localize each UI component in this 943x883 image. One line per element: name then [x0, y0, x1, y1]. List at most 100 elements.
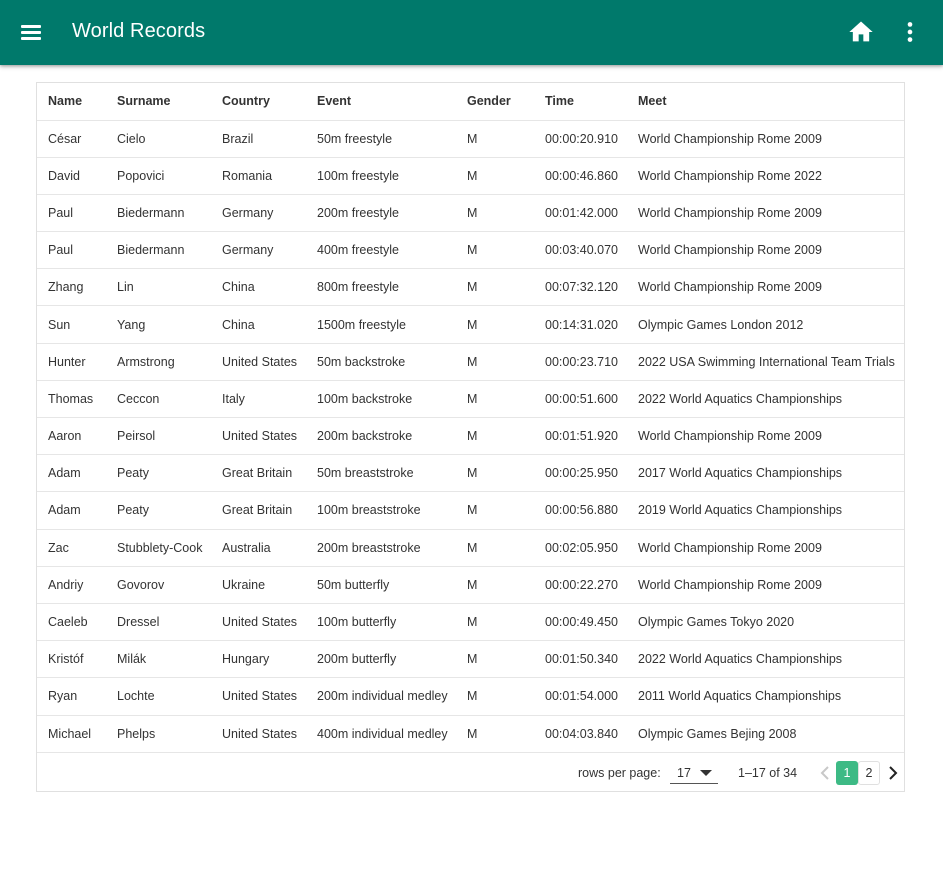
cell-name: Michael — [37, 715, 106, 753]
cell-time: 00:04:03.840 — [534, 715, 627, 753]
table-header-row: Name Surname Country Event Gender Time Meet — [37, 83, 904, 121]
cell-name: Adam — [37, 454, 106, 493]
cell-surname: Cielo — [106, 120, 211, 158]
cell-gender: M — [456, 231, 534, 270]
column-header-meet[interactable]: Meet — [627, 83, 904, 121]
rows-per-page-value: 17 — [677, 766, 691, 780]
cell-surname: Ceccon — [106, 380, 211, 419]
table-row[interactable]: Andriy Govorov Ukraine 50m butterfly M 00:00:… — [37, 566, 904, 604]
table-row[interactable]: Thomas Ceccon Italy 100m backstroke M 00:00:5… — [37, 380, 904, 419]
cell-name: Adam — [37, 491, 106, 530]
table-row[interactable]: Sun Yang China 1500m freestyle M 00:14:31.020… — [37, 305, 904, 344]
cell-meet: 2022 World Aquatics Championships — [627, 380, 904, 419]
table-row[interactable]: Ryan Lochte United States 200m individual m… — [37, 677, 904, 716]
cell-meet: 2022 World Aquatics Championships — [627, 640, 904, 679]
table-row[interactable]: Aaron Peirsol United States 200m backstroke… — [37, 417, 904, 456]
cell-event: 200m backstroke — [306, 417, 456, 456]
cell-surname: Yang — [106, 305, 211, 344]
cell-surname: Lin — [106, 268, 211, 307]
chevron-left-icon[interactable] — [815, 761, 835, 785]
table-row[interactable]: Paul Biedermann Germany 400m freestyle M 00:0… — [37, 231, 904, 270]
more-vert-icon[interactable] — [896, 18, 924, 46]
column-header-name[interactable]: Name — [37, 83, 106, 121]
cell-country: United States — [211, 417, 306, 456]
cell-time: 00:14:31.020 — [534, 305, 627, 344]
cell-meet: 2019 World Aquatics Championships — [627, 491, 904, 530]
cell-name: Paul — [37, 231, 106, 270]
cell-name: Paul — [37, 194, 106, 233]
menu-icon[interactable] — [17, 18, 45, 46]
table-row[interactable]: Kristóf Milák Hungary 200m butterfly M 00:01:… — [37, 640, 904, 679]
cell-country: United States — [211, 677, 306, 716]
page-button-2[interactable]: 2 — [858, 761, 880, 785]
cell-event: 200m butterfly — [306, 640, 456, 679]
cell-country: United States — [211, 603, 306, 642]
column-header-gender[interactable]: Gender — [456, 83, 534, 121]
cell-country: Germany — [211, 194, 306, 233]
table-row[interactable]: Michael Phelps United States 400m individua… — [37, 715, 904, 753]
rows-per-page-label: rows per page: — [578, 766, 661, 780]
cell-surname: Dressel — [106, 603, 211, 642]
cell-time: 00:00:23.710 — [534, 343, 627, 381]
cell-event: 200m breaststroke — [306, 529, 456, 567]
cell-gender: M — [456, 454, 534, 493]
cell-time: 00:03:40.070 — [534, 231, 627, 270]
cell-gender: M — [456, 157, 534, 195]
chevron-right-icon[interactable] — [883, 761, 903, 785]
table-row[interactable]: Zhang Lin China 800m freestyle M 00:07:32.120… — [37, 268, 904, 307]
cell-time: 00:02:05.950 — [534, 529, 627, 567]
cell-meet: World Championship Rome 2009 — [627, 566, 904, 604]
table-row[interactable]: Caeleb Dressel United States 100m butterfly… — [37, 603, 904, 642]
cell-name: Zhang — [37, 268, 106, 307]
cell-time: 00:01:51.920 — [534, 417, 627, 456]
table-row[interactable]: Hunter Armstrong United States 50m backstro… — [37, 343, 904, 381]
app-bar: World Records — [0, 0, 943, 65]
cell-country: Italy — [211, 380, 306, 419]
cell-gender: M — [456, 529, 534, 567]
column-header-country[interactable]: Country — [211, 83, 306, 121]
table-row[interactable]: David Popovici Romania 100m freestyle M 00:00… — [37, 157, 904, 195]
cell-gender: M — [456, 677, 534, 716]
cell-event: 50m breaststroke — [306, 454, 456, 493]
cell-meet: World Championship Rome 2009 — [627, 194, 904, 233]
rows-per-page-select[interactable]: 17 — [670, 762, 718, 784]
table-row[interactable]: Paul Biedermann Germany 200m freestyle M 00:0… — [37, 194, 904, 233]
cell-country: United States — [211, 343, 306, 381]
cell-country: United States — [211, 715, 306, 753]
column-header-event[interactable]: Event — [306, 83, 456, 121]
table-body: César Cielo Brazil 50m freestyle M 00:00:20.9… — [37, 120, 904, 753]
cell-time: 00:00:56.880 — [534, 491, 627, 530]
table-row[interactable]: Adam Peaty Great Britain 50m breaststroke M 0… — [37, 454, 904, 493]
cell-name: Thomas — [37, 380, 106, 419]
cell-country: Germany — [211, 231, 306, 270]
cell-time: 00:01:50.340 — [534, 640, 627, 679]
table-row[interactable]: Zac Stubblety-Cook Australia 200m breaststr… — [37, 529, 904, 567]
cell-name: Zac — [37, 529, 106, 567]
cell-country: Great Britain — [211, 454, 306, 493]
cell-time: 00:01:42.000 — [534, 194, 627, 233]
table-row[interactable]: César Cielo Brazil 50m freestyle M 00:00:20.9… — [37, 120, 904, 158]
table-row[interactable]: Adam Peaty Great Britain 100m breaststroke M… — [37, 491, 904, 530]
cell-country: China — [211, 305, 306, 344]
column-header-time[interactable]: Time — [534, 83, 627, 121]
cell-meet: Olympic Games Bejing 2008 — [627, 715, 904, 753]
cell-gender: M — [456, 305, 534, 344]
cell-event: 100m backstroke — [306, 380, 456, 419]
cell-gender: M — [456, 343, 534, 381]
cell-country: Great Britain — [211, 491, 306, 530]
records-table-card: Name Surname Country Event Gender Time Meet Cé… — [36, 82, 905, 792]
cell-meet: Olympic Games Tokyo 2020 — [627, 603, 904, 642]
cell-country: China — [211, 268, 306, 307]
cell-meet: World Championship Rome 2009 — [627, 120, 904, 158]
cell-event: 1500m freestyle — [306, 305, 456, 344]
cell-time: 00:00:49.450 — [534, 603, 627, 642]
cell-meet: World Championship Rome 2009 — [627, 417, 904, 456]
column-header-surname[interactable]: Surname — [106, 83, 211, 121]
cell-event: 400m freestyle — [306, 231, 456, 270]
cell-gender: M — [456, 640, 534, 679]
page-button-1[interactable]: 1 — [836, 761, 858, 785]
home-icon[interactable] — [847, 18, 875, 46]
cell-event: 50m freestyle — [306, 120, 456, 158]
cell-gender: M — [456, 380, 534, 419]
cell-gender: M — [456, 417, 534, 456]
